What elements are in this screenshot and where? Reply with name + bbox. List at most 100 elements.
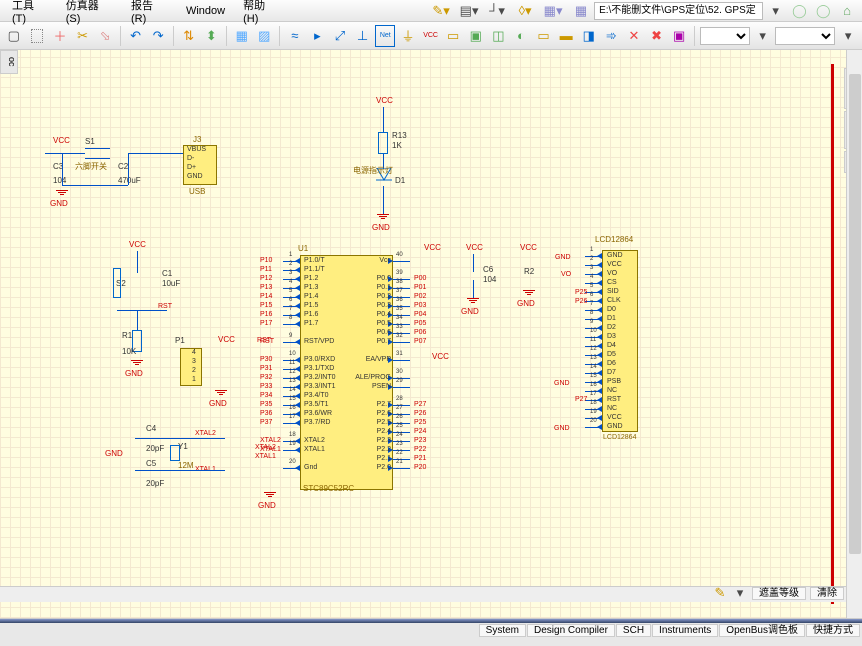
val-r13: 1K — [392, 142, 402, 150]
mask-clear[interactable]: 清除 — [810, 587, 844, 600]
rubber-icon[interactable]: ⬂ — [95, 25, 115, 47]
place-part-icon[interactable]: ▣ — [669, 25, 689, 47]
menu-report[interactable]: 报告(R) — [123, 0, 176, 27]
pin-name: NC — [607, 387, 617, 394]
dropdown-icon[interactable]: ▾ — [753, 25, 773, 47]
netlabel-icon[interactable]: ⊥ — [353, 25, 373, 47]
mask-filter-icon[interactable]: ▾ — [732, 586, 748, 600]
doc-icon[interactable]: ▦ — [232, 25, 252, 47]
place-wire-icon[interactable]: ┘▾ — [486, 0, 508, 22]
pin-name: P3.4/T0 — [304, 392, 329, 399]
hierarchy-icon[interactable]: ⬍ — [201, 25, 221, 47]
j3-pin1: VBUS — [187, 146, 206, 153]
bus-icon[interactable]: ▸ — [308, 25, 328, 47]
place-component-icon[interactable]: ▤▾ — [458, 0, 480, 22]
gnd-net: GND — [554, 380, 570, 387]
port2-icon[interactable]: ▬ — [556, 25, 576, 47]
busentry-icon[interactable]: ⤢ — [330, 25, 350, 47]
ref-c6: C6 — [483, 266, 493, 274]
net-label: P34 — [260, 392, 272, 399]
cross-icon[interactable]: ＋ — [50, 25, 70, 47]
gnd-symbol — [127, 360, 147, 365]
val-c5: 20pF — [146, 480, 164, 488]
grid2-icon[interactable]: ▦ — [570, 0, 592, 22]
nav-fwd-icon[interactable]: ◯ — [812, 0, 834, 22]
wire-icon[interactable]: ≈ — [285, 25, 305, 47]
menu-simulator[interactable]: 仿真器(S) — [58, 0, 121, 27]
noercs-icon[interactable]: ✕ — [624, 25, 644, 47]
blank-tool-icon[interactable]: ▢ — [4, 25, 24, 47]
directive-icon[interactable]: ➾ — [602, 25, 622, 47]
pin-arrow-icon — [597, 307, 602, 313]
pin-arrow-icon — [295, 447, 300, 453]
undo-icon[interactable]: ↶ — [126, 25, 146, 47]
nav-home-icon[interactable]: ⌂ — [836, 0, 858, 22]
gnd-label: GND — [209, 400, 227, 408]
gnd-icon[interactable]: ⏚ — [398, 25, 418, 47]
tab-system[interactable]: System — [479, 624, 526, 637]
path-dropdown-icon[interactable]: ▾ — [765, 0, 787, 22]
net-label: P33 — [260, 383, 272, 390]
sheet-entry-icon[interactable]: ◫ — [489, 25, 509, 47]
mask-edit-icon[interactable]: ✎ — [712, 586, 728, 600]
menu-help[interactable]: 帮助(H) — [235, 0, 288, 27]
file-path-box[interactable]: E:\不能删文件\GPS定位\52. GPS定 — [594, 2, 763, 20]
port-icon[interactable]: ▭ — [534, 25, 554, 47]
mask-levels[interactable]: 遮盖等级 — [752, 587, 806, 600]
place-x-icon[interactable]: ✖ — [647, 25, 667, 47]
tab-sch[interactable]: SCH — [616, 624, 651, 637]
led-label: 电源指示灯 — [353, 167, 393, 175]
style-combo-2[interactable] — [775, 27, 835, 45]
pin-name: P0.2 — [377, 293, 391, 300]
select-rect-icon[interactable] — [31, 29, 44, 43]
pin-number: 6 — [590, 292, 593, 298]
pin-name: D3 — [607, 333, 616, 340]
wire — [135, 438, 225, 439]
harness-icon[interactable]: ◐ — [511, 25, 531, 47]
pin-name: ALE/PROG — [355, 374, 391, 381]
net-label: P00 — [414, 275, 426, 282]
pin-number: 19 — [590, 409, 597, 415]
sheet-conn-icon[interactable]: ◨ — [579, 25, 599, 47]
tab-instruments[interactable]: Instruments — [652, 624, 718, 637]
pin-name: D5 — [607, 351, 616, 358]
pin-number: 9 — [289, 333, 292, 339]
pin-number: 3 — [590, 265, 593, 271]
pin-name: P2.4 — [377, 428, 391, 435]
pin-arrow-icon — [597, 415, 602, 421]
schematic-canvas[interactable]: oc 剪贴板 X概念 ... VCC S1 六脚开关 C3 104 C2 470… — [0, 50, 862, 618]
place-port-icon[interactable]: ◊▾ — [514, 0, 536, 22]
wire — [128, 153, 129, 185]
style-combo[interactable] — [700, 27, 750, 45]
updown-icon[interactable]: ⇅ — [179, 25, 199, 47]
pin-arrow-icon — [295, 303, 300, 309]
doc2-icon[interactable]: ▨ — [255, 25, 275, 47]
nav-back-icon[interactable]: ◯ — [789, 0, 811, 22]
vcc-icon[interactable]: VCC — [421, 25, 441, 47]
scroll-thumb[interactable] — [849, 74, 861, 554]
pin-name: D0 — [607, 306, 616, 313]
vertical-scrollbar[interactable] — [846, 50, 862, 618]
net-label: P31 — [260, 365, 272, 372]
netlabel-box-icon[interactable]: Net — [375, 25, 395, 47]
menu-window[interactable]: Window — [178, 3, 233, 19]
net-label: P04 — [414, 311, 426, 318]
pin-number: 16 — [590, 382, 597, 388]
pin-number: 12 — [590, 346, 597, 352]
sheet-green-icon[interactable]: ▣ — [466, 25, 486, 47]
switch-label: 六脚开关 — [75, 163, 107, 171]
tab-shortcuts[interactable]: 快捷方式 — [806, 624, 860, 637]
ref-c4: C4 — [146, 425, 156, 433]
dropdown2-icon[interactable]: ▾ — [838, 25, 858, 47]
grid-icon[interactable]: ▦▾ — [542, 0, 564, 22]
tab-openbus[interactable]: OpenBus调色板 — [719, 624, 805, 637]
part-icon[interactable]: ▭ — [443, 25, 463, 47]
pin-number: 27 — [396, 405, 403, 411]
menu-tools[interactable]: 工具(T) — [4, 0, 56, 27]
draw-icon[interactable]: ✎▾ — [430, 0, 452, 22]
redo-icon[interactable]: ↷ — [148, 25, 168, 47]
pin-number: 21 — [396, 459, 403, 465]
pin-name: D4 — [607, 342, 616, 349]
tab-design-compiler[interactable]: Design Compiler — [527, 624, 615, 637]
scissors-icon[interactable]: ✂ — [73, 25, 93, 47]
